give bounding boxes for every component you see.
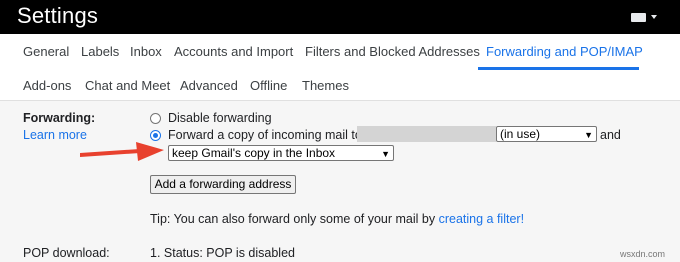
tip-prefix: Tip: You can also forward only some of y… <box>150 212 436 226</box>
forwarding-action-select[interactable]: keep Gmail's copy in the Inbox ▼ <box>168 145 394 161</box>
chevron-down-icon: ▼ <box>584 130 593 140</box>
tab-chat-and-meet[interactable]: Chat and Meet <box>85 78 170 93</box>
tab-themes[interactable]: Themes <box>302 78 349 93</box>
red-arrow-annotation <box>80 142 164 161</box>
keyboard-icon[interactable] <box>631 13 646 22</box>
settings-tabs: General Labels Inbox Accounts and Import… <box>0 34 680 100</box>
chevron-down-icon[interactable] <box>651 15 657 19</box>
chevron-down-icon: ▼ <box>381 149 390 159</box>
pop-status: 1. Status: POP is disabled <box>150 246 295 260</box>
tab-labels[interactable]: Labels <box>81 44 119 59</box>
forward-copy-radio[interactable] <box>150 130 161 141</box>
page-title: Settings <box>17 3 99 28</box>
watermark: wsxdn.com <box>620 249 666 259</box>
tab-inbox[interactable]: Inbox <box>130 44 162 59</box>
learn-more-link[interactable]: Learn more <box>23 128 87 142</box>
tab-filters-and-blocked-addresses[interactable]: Filters and Blocked Addresses <box>305 44 480 59</box>
creating-filter-link[interactable]: creating a filter! <box>439 212 524 226</box>
pop-download-label: POP download: <box>23 246 110 260</box>
top-bar: Settings <box>0 0 680 34</box>
settings-content <box>0 100 680 262</box>
disable-forwarding-radio[interactable] <box>150 113 161 124</box>
forwarding-address-select[interactable]: (in use) ▼ <box>496 126 597 142</box>
redacted-address <box>357 126 496 142</box>
tip-text: Tip: You can also forward only some of y… <box>150 212 524 226</box>
and-text: and <box>600 128 621 142</box>
tab-general[interactable]: General <box>23 44 69 59</box>
active-tab-indicator <box>478 67 639 70</box>
disable-forwarding-label: Disable forwarding <box>168 111 272 125</box>
tab-offline[interactable]: Offline <box>250 78 287 93</box>
forwarding-label: Forwarding: <box>23 111 96 125</box>
tab-accounts-and-import[interactable]: Accounts and Import <box>174 44 293 59</box>
tab-add-ons[interactable]: Add-ons <box>23 78 71 93</box>
forwarding-address-value: (in use) <box>500 127 541 141</box>
forward-copy-label: Forward a copy of incoming mail to <box>168 128 362 142</box>
tab-advanced[interactable]: Advanced <box>180 78 238 93</box>
forwarding-action-value: keep Gmail's copy in the Inbox <box>172 146 336 160</box>
add-forwarding-address-button[interactable]: Add a forwarding address <box>150 175 296 194</box>
tab-forwarding-and-pop-imap[interactable]: Forwarding and POP/IMAP <box>486 44 643 59</box>
